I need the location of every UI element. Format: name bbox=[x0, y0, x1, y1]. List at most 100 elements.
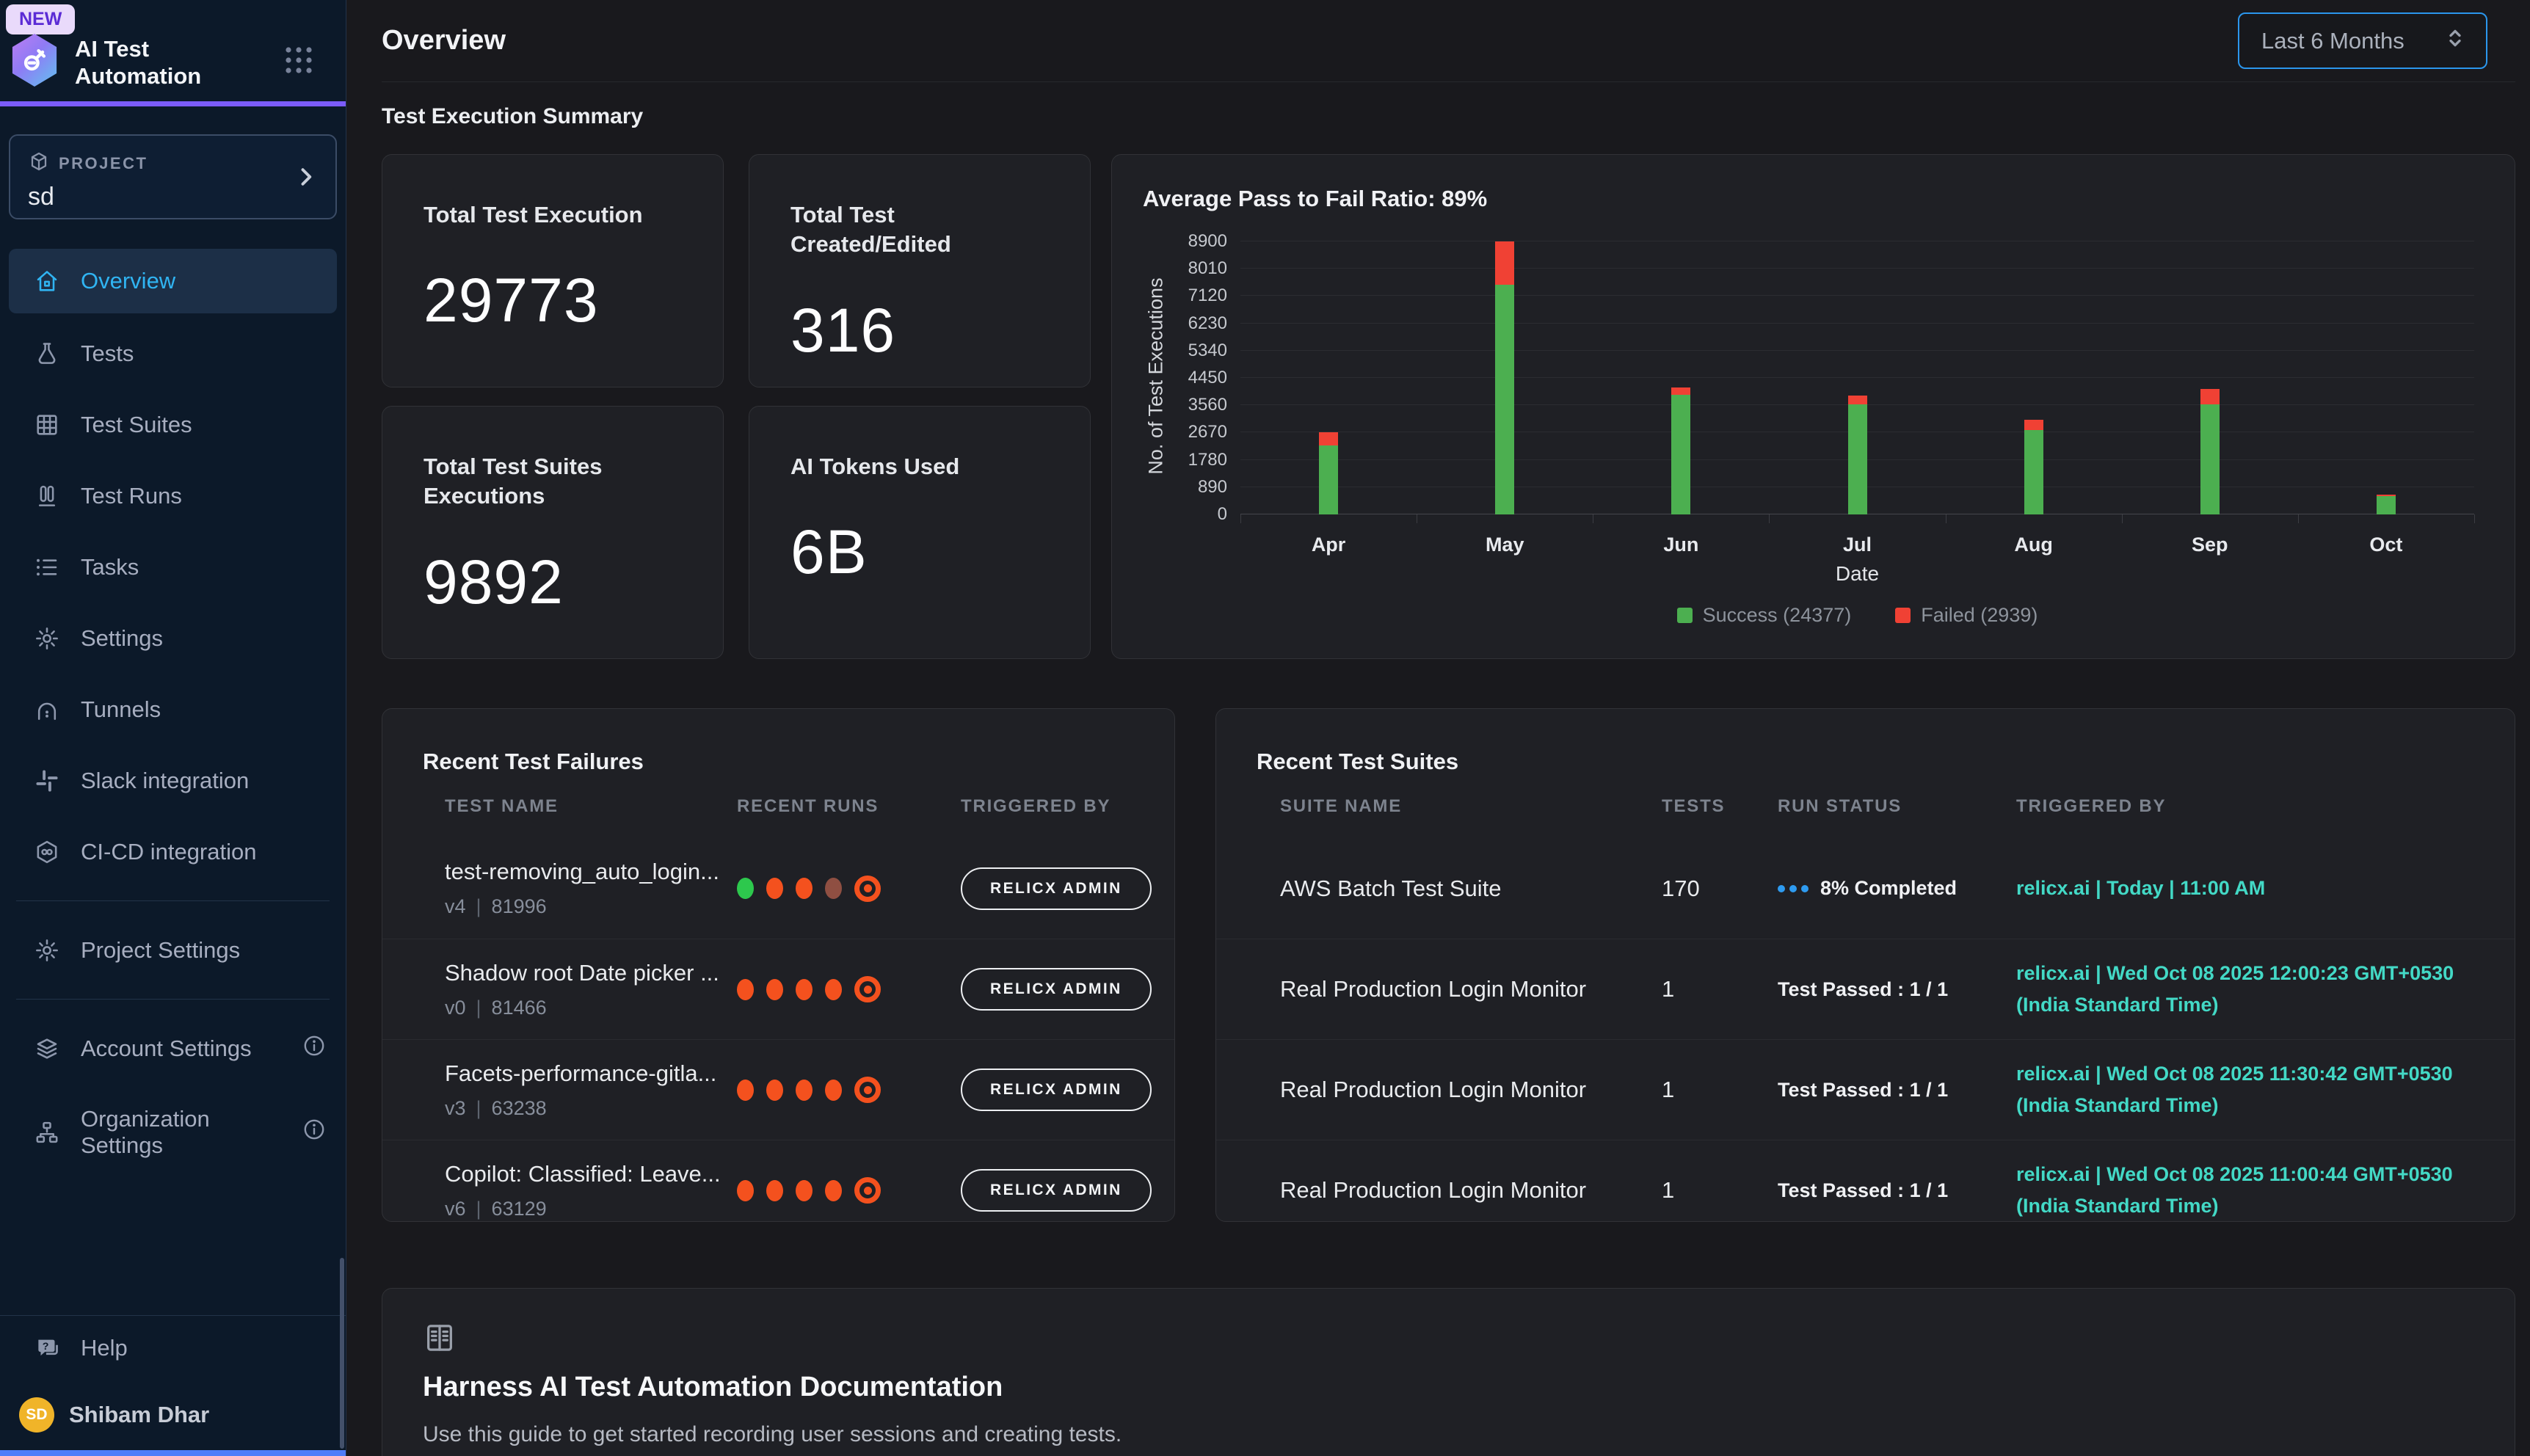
doc-title: Harness AI Test Automation Documentation bbox=[423, 1372, 2474, 1403]
x-tick-mark bbox=[1769, 514, 1770, 523]
x-tick-mark bbox=[2122, 514, 2123, 523]
triggered-by-link[interactable]: relicx.ai | Today | 11:00 AM bbox=[2016, 873, 2515, 904]
bar-sep bbox=[2200, 389, 2220, 514]
suite-row[interactable]: Real Production Login Monitor1Test Passe… bbox=[1216, 1039, 2515, 1140]
legend-label: Success (24377) bbox=[1703, 604, 1852, 627]
x-tick-label: Jun bbox=[1663, 534, 1698, 556]
run-dot-red[interactable] bbox=[825, 1180, 842, 1201]
date-range-select[interactable]: Last 6 Months bbox=[2238, 12, 2487, 69]
triggered-by-link[interactable]: relicx.ai | Wed Oct 08 2025 11:00:44 GMT… bbox=[2016, 1159, 2515, 1222]
triggered-by-button[interactable]: RELICX ADMIN bbox=[961, 1169, 1152, 1212]
bar-success-segment bbox=[2200, 404, 2220, 514]
gear-icon bbox=[34, 625, 60, 652]
run-dot-red[interactable] bbox=[766, 979, 783, 1000]
test-meta: v0|81466 bbox=[445, 997, 737, 1019]
gridline bbox=[1240, 377, 2474, 378]
suite-name: Real Production Login Monitor bbox=[1280, 1177, 1662, 1204]
org-icon bbox=[34, 1119, 60, 1146]
suite-row[interactable]: Real Production Login Monitor1Test Passe… bbox=[1216, 939, 2515, 1039]
run-dot-ring[interactable] bbox=[854, 876, 881, 902]
triggered-by-link[interactable]: relicx.ai | Wed Oct 08 2025 12:00:23 GMT… bbox=[2016, 958, 2515, 1021]
run-dot-red[interactable] bbox=[737, 1180, 754, 1201]
run-dot-red[interactable] bbox=[825, 979, 842, 1000]
run-dot-green[interactable] bbox=[737, 878, 754, 899]
triggered-by-button[interactable]: RELICX ADMIN bbox=[961, 1069, 1152, 1111]
sidebar-item-ci-cd-integration[interactable]: CI-CD integration bbox=[9, 816, 337, 887]
sidebar-item-project-settings[interactable]: Project Settings bbox=[9, 914, 337, 986]
info-icon[interactable] bbox=[302, 1033, 327, 1064]
run-dot-ring[interactable] bbox=[854, 1077, 881, 1103]
sidebar-item-tunnels[interactable]: Tunnels bbox=[9, 674, 337, 745]
suite-row[interactable]: AWS Batch Test Suite1708% Completedrelic… bbox=[1216, 838, 2515, 939]
triggered-by-button[interactable]: RELICX ADMIN bbox=[961, 968, 1152, 1011]
triggered-by-link[interactable]: relicx.ai | Wed Oct 08 2025 11:30:42 GMT… bbox=[2016, 1058, 2515, 1121]
sidebar-item-overview[interactable]: Overview bbox=[9, 249, 337, 313]
nav-divider bbox=[16, 999, 330, 1000]
y-tick-label: 0 bbox=[1146, 504, 1227, 525]
metric-card-total-test-created-edited: Total Test Created/Edited316 bbox=[749, 154, 1091, 387]
test-name-cell: Copilot: Classified: Leave...v6|63129 bbox=[445, 1161, 737, 1220]
chevron-right-icon bbox=[293, 164, 319, 194]
sidebar-item-account-settings[interactable]: Account Settings bbox=[9, 1013, 337, 1084]
sidebar-item-settings[interactable]: Settings bbox=[9, 603, 337, 674]
failure-row[interactable]: test-removing_auto_login...v4|81996 RELIC… bbox=[382, 838, 1174, 939]
run-status: Test Passed : 1 / 1 bbox=[1778, 1079, 1948, 1102]
x-tick-mark bbox=[1240, 514, 1241, 523]
suites-table-body: AWS Batch Test Suite1708% Completedrelic… bbox=[1216, 838, 2515, 1222]
sidebar-item-tasks[interactable]: Tasks bbox=[9, 531, 337, 603]
y-tick-label: 5340 bbox=[1146, 341, 1227, 361]
suite-row[interactable]: Real Production Login Monitor1Test Passe… bbox=[1216, 1140, 2515, 1222]
summary-row: Total Test Execution29773Total Test Crea… bbox=[382, 154, 2515, 659]
run-dot-ring[interactable] bbox=[854, 1177, 881, 1204]
sidebar-item-tests[interactable]: Tests bbox=[9, 318, 337, 389]
sidebar-item-label: Test Suites bbox=[81, 412, 192, 438]
gridline bbox=[1240, 268, 2474, 269]
failure-row[interactable]: Copilot: Classified: Leave...v6|63129 REL… bbox=[382, 1140, 1174, 1222]
chart-legend: Success (24377) Failed (2939) bbox=[1240, 604, 2474, 627]
run-dot-red[interactable] bbox=[796, 979, 813, 1000]
failures-table-header: TEST NAMERECENT RUNSTRIGGERED BY bbox=[382, 775, 1174, 838]
run-dot-red[interactable] bbox=[737, 979, 754, 1000]
sidebar-item-label: Slack integration bbox=[81, 768, 249, 794]
sidebar-item-label: Settings bbox=[81, 625, 163, 652]
run-dot-red[interactable] bbox=[766, 1080, 783, 1101]
user-menu[interactable]: SD Shibam Dhar bbox=[0, 1380, 346, 1450]
info-icon[interactable] bbox=[302, 1117, 327, 1148]
sidebar-item-slack-integration[interactable]: Slack integration bbox=[9, 745, 337, 816]
run-dot-red[interactable] bbox=[796, 1180, 813, 1201]
run-dot-red[interactable] bbox=[796, 878, 813, 899]
run-dot-red[interactable] bbox=[796, 1080, 813, 1101]
run-dot-ring[interactable] bbox=[854, 976, 881, 1002]
legend-label: Failed (2939) bbox=[1921, 604, 2038, 627]
bar-oct bbox=[2377, 495, 2396, 514]
run-dot-red[interactable] bbox=[766, 878, 783, 899]
sidebar-item-help[interactable]: ? Help bbox=[0, 1315, 346, 1380]
test-name-cell: test-removing_auto_login...v4|81996 bbox=[445, 859, 737, 918]
sidebar-scrollbar[interactable] bbox=[340, 1258, 344, 1449]
project-selector[interactable]: PROJECT sd bbox=[9, 134, 337, 219]
failure-row[interactable]: Shadow root Date picker ...v0|81466RELIC… bbox=[382, 939, 1174, 1039]
run-dot-red[interactable] bbox=[737, 1080, 754, 1101]
sidebar-item-test-runs[interactable]: Test Runs bbox=[9, 460, 337, 531]
recent-test-failures-card: Recent Test Failures TEST NAMERECENT RUN… bbox=[382, 708, 1175, 1222]
sidebar-item-organization-settings[interactable]: Organization Settings bbox=[9, 1084, 337, 1181]
run-dot-red[interactable] bbox=[825, 1080, 842, 1101]
x-tick-mark bbox=[2298, 514, 2299, 523]
suite-name: AWS Batch Test Suite bbox=[1280, 876, 1662, 902]
bar-jul bbox=[1848, 396, 1867, 514]
column-header: TRIGGERED BY bbox=[2016, 796, 2515, 817]
pass-fail-chart-card: Average Pass to Fail Ratio: 89% No. of T… bbox=[1111, 154, 2515, 659]
chart-plot-area: No. of Test Executions 08901780267035604… bbox=[1240, 241, 2474, 514]
select-chevrons-icon bbox=[2442, 25, 2468, 57]
triggered-by-button[interactable]: RELICX ADMIN bbox=[961, 867, 1152, 910]
recent-test-suites-card: Recent Test Suites SUITE NAMETESTSRUN ST… bbox=[1215, 708, 2515, 1222]
x-tick-label: Sep bbox=[2192, 534, 2228, 556]
run-dot-muted[interactable] bbox=[825, 878, 842, 899]
run-dot-red[interactable] bbox=[766, 1180, 783, 1201]
main-content: Overview Last 6 Months Test Execution Su… bbox=[346, 0, 2530, 1456]
sidebar-item-test-suites[interactable]: Test Suites bbox=[9, 389, 337, 460]
failure-row[interactable]: Facets-performance-gitla...v3|63238RELIC… bbox=[382, 1039, 1174, 1140]
columns-icon bbox=[34, 483, 60, 509]
apps-grid-icon[interactable] bbox=[281, 43, 316, 81]
project-kicker: PROJECT bbox=[28, 150, 318, 177]
